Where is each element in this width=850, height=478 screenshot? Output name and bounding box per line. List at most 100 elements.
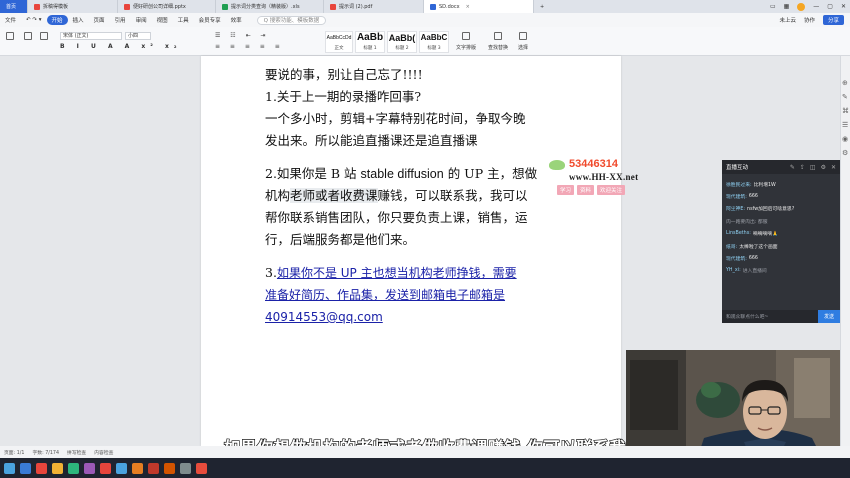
chat-user: LinsBeths:	[726, 231, 751, 237]
style-normal[interactable]: AaBbCcDd 正文	[325, 31, 353, 53]
tab-home[interactable]: 首页	[0, 0, 28, 13]
menu-insert[interactable]: 插入	[68, 16, 89, 24]
scissors-icon	[24, 32, 32, 40]
menu-undo-icon[interactable]: ↶ ↷ ▾	[21, 17, 46, 23]
style-label: 标题 1	[363, 46, 377, 51]
tab-bar: 首页 拆稿得模板 便好研创公司详细.pptx 提示词分类查询（精装版）.xls …	[0, 0, 850, 13]
style-heading1[interactable]: AaBb 标题 1	[355, 31, 385, 53]
tab-label: 便好研创公司详细.pptx	[133, 4, 186, 10]
doc-line: 2.如果你是 B 站 stable diffusion 的 UP 主，想做	[265, 163, 555, 185]
start-icon[interactable]	[4, 462, 15, 474]
hyperlink[interactable]: 准备好简历、作品集，发送到邮箱电子邮箱是	[265, 288, 505, 302]
menu-view[interactable]: 视图	[152, 16, 173, 24]
doc-text: 2.如果你是 B 站	[265, 166, 361, 181]
taskbar-app-icon[interactable]	[132, 462, 143, 474]
edit-icon[interactable]: ✎	[790, 164, 795, 171]
tab-sd-docx[interactable]: SD.docx ×	[424, 0, 534, 13]
menu-file[interactable]: 文件	[0, 16, 21, 24]
taskbar-app-icon[interactable]	[116, 462, 127, 474]
tab-template[interactable]: 拆稿得模板	[28, 0, 118, 13]
email-link[interactable]: 40914553@qq.com	[265, 310, 383, 324]
tab-pptx[interactable]: 便好研创公司详细.pptx	[118, 0, 216, 13]
vertical-scrollbar[interactable]: ⊕ ✎ ⌘ ☰ ◉ ⚙	[840, 56, 850, 446]
menu-review[interactable]: 审阅	[131, 16, 152, 24]
collab-button[interactable]: 协作	[804, 16, 815, 24]
doc-line: 一个多小时，剪辑+字幕特别花时间，争取今晚	[265, 111, 526, 126]
hyperlink[interactable]: 如果你不是 UP 主也想当机构老师挣钱，需要	[277, 266, 517, 280]
taskbar-app-icon[interactable]	[164, 462, 175, 474]
doc-line: 行，后端服务都是他们来。	[265, 232, 416, 247]
text-layout-button[interactable]: 文字排版	[456, 32, 476, 51]
taskbar-app-icon[interactable]	[68, 462, 79, 474]
menu-member[interactable]: 会员专享	[194, 16, 226, 24]
chat-message: 肉一路要肉出: 都服	[726, 215, 836, 227]
taskbar-app-icon[interactable]	[84, 462, 95, 474]
pin-icon[interactable]: ◫	[810, 164, 816, 171]
search-input[interactable]: Q 搜索功能、模板数据	[256, 15, 327, 25]
close-icon[interactable]: ✕	[831, 164, 836, 171]
taskbar-app-icon[interactable]	[180, 462, 191, 474]
content-check-toggle[interactable]: 内容检查	[94, 449, 113, 456]
format-painter-button[interactable]	[40, 32, 48, 40]
watermark-tag: 学习	[557, 185, 575, 195]
style-heading3[interactable]: AaBbC 标题 3	[419, 31, 449, 53]
menu-reference[interactable]: 引用	[110, 16, 131, 24]
minimize-icon[interactable]: —	[813, 3, 819, 10]
align-buttons[interactable]: ≡ ≡ ≡ ≡ ≡	[215, 43, 284, 50]
taskbar-app-icon[interactable]	[196, 462, 207, 474]
document-body[interactable]: 要说的事，别让自己忘了!!!! 1.关于上一期的录播咋回事? 一个多小时，剪辑+…	[265, 64, 555, 328]
chat-user: YH_xi:	[726, 268, 741, 274]
xls-icon	[222, 3, 228, 10]
menu-page[interactable]: 页面	[89, 16, 110, 24]
spell-check-toggle[interactable]: 拼写检查	[67, 449, 86, 456]
taskbar-app-icon[interactable]	[52, 462, 63, 474]
chat-input[interactable]: 和观众聊点什么吧~	[726, 313, 768, 320]
select-button[interactable]: 选择	[518, 32, 528, 51]
screen: 首页 拆稿得模板 便好研创公司详细.pptx 提示词分类查询（精装版）.xls …	[0, 0, 850, 478]
font-size-select[interactable]: 小四	[125, 32, 151, 40]
avatar[interactable]	[797, 2, 806, 11]
style-preview: AaBb(	[388, 33, 416, 43]
live-chat-panel: 直播互动 ✎ ⇪ ◫ ⚙ ✕ 徐胜民过来: 比利增1W 现代建筑: 666 阿尘神E…	[722, 160, 840, 323]
share-icon[interactable]: ⇪	[800, 164, 805, 171]
find-replace-button[interactable]: 查找替换	[488, 32, 508, 51]
taskbar-app-icon[interactable]	[148, 462, 159, 474]
taskbar-app-icon[interactable]	[100, 462, 111, 474]
layout-icon[interactable]: ▭	[770, 3, 776, 10]
share-button[interactable]: 分享	[822, 15, 844, 25]
doc-text: 的 UP 主，想做	[443, 166, 538, 181]
format-buttons[interactable]: B I U A A x² x₂	[60, 43, 182, 50]
chat-text: 太棒啦了这个画面	[739, 244, 778, 250]
chat-user: 阿尘神E:	[726, 207, 746, 213]
close-tab-icon[interactable]: ×	[466, 4, 470, 10]
tab-xls[interactable]: 提示词分类查询（精装版）.xls	[216, 0, 324, 13]
word-count[interactable]: 字数: 7/174	[32, 449, 59, 456]
style-heading2[interactable]: AaBb( 标题 2	[387, 31, 417, 53]
new-tab-button[interactable]: +	[534, 0, 548, 13]
watermark-tag: 欢迎关注	[597, 185, 626, 195]
menu-efficiency[interactable]: 效率	[226, 16, 247, 24]
style-preview: AaBbCcDd	[326, 35, 352, 41]
list-buttons[interactable]: ☰ ☷ ⇤ ⇥	[215, 32, 270, 39]
menu-right: 未上云 协作 分享	[779, 15, 844, 25]
cut-button[interactable]	[24, 32, 32, 40]
cloud-status[interactable]: 未上云	[779, 16, 796, 24]
paste-button[interactable]	[6, 32, 14, 40]
tab-label: SD.docx	[439, 3, 460, 10]
font-select[interactable]: 宋体 (正文)	[60, 32, 122, 40]
maximize-icon[interactable]: ▢	[827, 3, 833, 10]
tab-pdf[interactable]: 提示词 (2).pdf	[324, 0, 424, 13]
tab-label: 提示词 (2).pdf	[339, 4, 373, 10]
menu-tools[interactable]: 工具	[173, 16, 194, 24]
taskbar-app-icon[interactable]	[20, 462, 31, 474]
menu-start[interactable]: 开始	[46, 15, 68, 25]
send-button[interactable]: 发送	[818, 310, 840, 323]
taskbar-app-icon[interactable]	[36, 462, 47, 474]
close-window-icon[interactable]: ✕	[841, 3, 846, 10]
grid-icon[interactable]: ▦	[784, 3, 790, 10]
document-page[interactable]: 要说的事，别让自己忘了!!!! 1.关于上一期的录播咋回事? 一个多小时，剪辑+…	[201, 56, 621, 446]
chat-system-text: 肉一路要肉出: 都服	[726, 219, 768, 225]
doc-text: 赚钱，可以联系我，我可以	[377, 188, 528, 203]
side-tools[interactable]: ⊕ ✎ ⌘ ☰ ◉ ⚙	[842, 76, 849, 160]
settings-icon[interactable]: ⚙	[821, 164, 826, 171]
